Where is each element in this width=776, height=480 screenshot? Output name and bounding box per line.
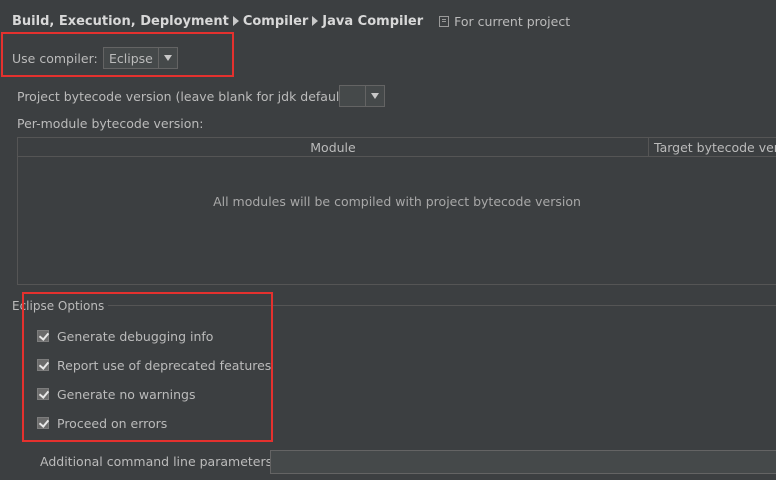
compiler-select-value: Eclipse <box>109 50 153 66</box>
breadcrumb-item-java-compiler: Java Compiler <box>322 13 424 29</box>
checkbox-checked-icon[interactable] <box>37 359 49 371</box>
option-label: Generate no warnings <box>57 386 196 402</box>
compiler-select[interactable]: Eclipse <box>103 47 178 69</box>
chevron-down-icon[interactable] <box>365 86 384 106</box>
table-header: Module Target bytecode vers <box>18 138 776 157</box>
breadcrumb-arrow-icon <box>312 16 319 26</box>
option-generate-no-warnings[interactable]: Generate no warnings <box>37 385 195 403</box>
use-compiler-label: Use compiler: <box>12 51 98 66</box>
project-scope-icon <box>439 15 450 27</box>
per-module-label: Per-module bytecode version: <box>17 116 204 131</box>
option-report-deprecated[interactable]: Report use of deprecated features <box>37 356 271 374</box>
additional-params-label: Additional command line parameters: <box>40 454 277 469</box>
scope-indicator: For current project <box>439 14 570 29</box>
breadcrumb-item-build[interactable]: Build, Execution, Deployment <box>12 14 229 29</box>
additional-params-input[interactable] <box>270 450 776 474</box>
breadcrumb-item-compiler[interactable]: Compiler <box>243 14 308 29</box>
column-header-target-bytecode[interactable]: Target bytecode vers <box>648 138 776 156</box>
option-label: Proceed on errors <box>57 415 168 431</box>
checkbox-checked-icon[interactable] <box>37 330 49 342</box>
bytecode-version-value <box>340 86 365 106</box>
option-label: Report use of deprecated features <box>57 357 272 373</box>
checkbox-checked-icon[interactable] <box>37 388 49 400</box>
breadcrumb-arrow-icon <box>232 16 239 26</box>
breadcrumb: Build, Execution, Deployment Compiler Ja… <box>12 12 570 30</box>
option-proceed-on-errors[interactable]: Proceed on errors <box>37 414 167 432</box>
scope-label: For current project <box>454 13 571 29</box>
table-empty-text: All modules will be compiled with projec… <box>213 194 581 209</box>
per-module-table[interactable]: Module Target bytecode vers All modules … <box>17 137 776 285</box>
checkbox-checked-icon[interactable] <box>37 417 49 429</box>
bytecode-version-label: Project bytecode version (leave blank fo… <box>17 89 354 104</box>
column-header-module[interactable]: Module <box>18 138 648 156</box>
bytecode-version-select[interactable] <box>339 85 385 107</box>
option-label: Generate debugging info <box>57 328 214 344</box>
option-generate-debugging-info[interactable]: Generate debugging info <box>37 327 213 345</box>
chevron-down-icon[interactable] <box>157 48 177 68</box>
